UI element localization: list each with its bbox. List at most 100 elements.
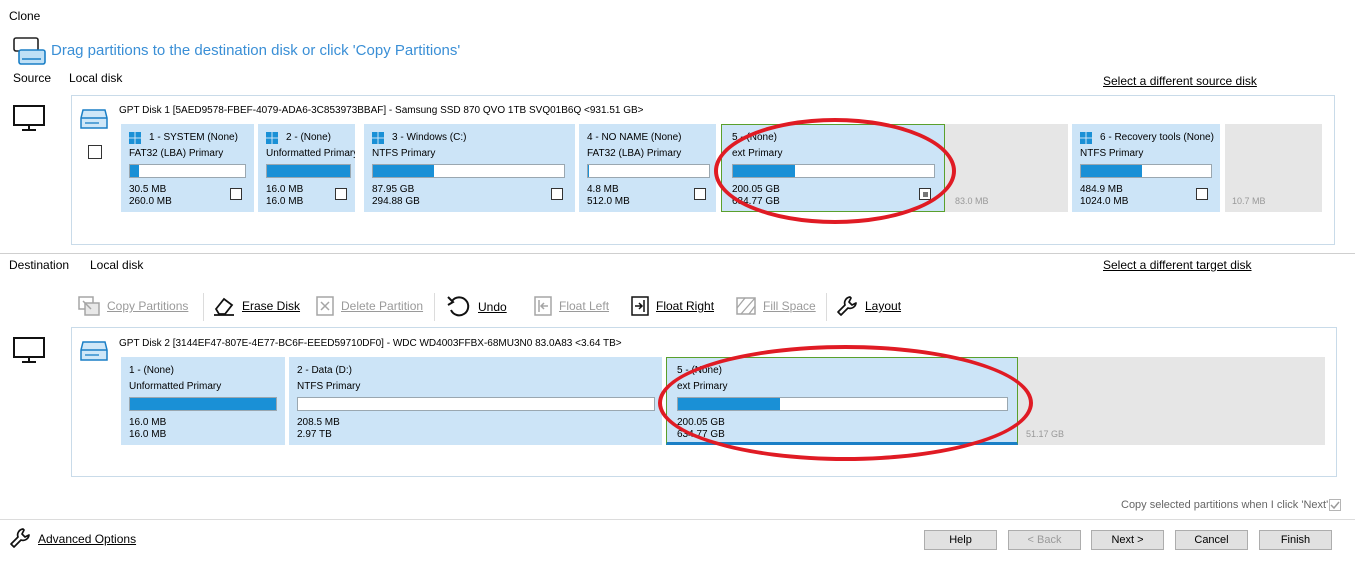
destination-disk-title: GPT Disk 2 [3144EF47-807E-4E77-BC6F-EEED… [119,338,622,349]
erase-disk-button[interactable]: Erase Disk [212,295,300,317]
toolbar-separator [203,293,204,321]
destination-label: Destination [9,258,70,272]
partition-total: 512.0 MB [587,196,630,207]
copy-partitions-icon [78,296,100,316]
unallocated-size: 51.17 GB [1026,429,1065,439]
copy-selected-label: Copy selected partitions when I click 'N… [1121,499,1329,511]
select-target-disk-link[interactable]: Select a different target disk [1103,258,1252,272]
highlight-oval [658,345,1033,461]
partition-type: FAT32 (LBA) Primary [587,148,682,159]
partition-used: 16.0 MB [129,417,167,428]
finish-button[interactable]: Finish [1259,530,1332,550]
partition-total: 294.88 GB [372,196,420,207]
partition-total: 16.0 MB [129,429,167,440]
source-unallocated-1[interactable]: 83.0 MB [945,124,1068,212]
advanced-options-wrench-icon [8,526,32,555]
windows-icon [1080,131,1092,149]
back-button[interactable]: < Back [1008,530,1081,550]
float-left-icon [534,296,552,316]
partition-name: 3 - Windows (C:) [392,132,467,143]
source-disk-checkbox[interactable] [88,145,102,159]
unallocated-size: 10.7 MB [1232,196,1266,206]
usage-bar [372,164,565,178]
usage-bar [129,164,246,178]
hard-drive-icon [79,338,109,369]
partition-type: Unformatted Primary [129,381,222,392]
partition-used: 4.8 MB [587,184,619,195]
advanced-options-link[interactable]: Advanced Options [38,532,136,546]
partition-name: 1 - (None) [129,365,175,376]
partition-type: NTFS Primary [372,148,436,159]
source-partition-6[interactable]: 6 - Recovery tools (None) NTFS Primary 4… [1072,124,1220,212]
partition-type: Unformatted Primary [266,148,355,159]
source-partition-4[interactable]: 4 - NO NAME (None) FAT32 (LBA) Primary 4… [579,124,716,212]
partition-used: 87.95 GB [372,184,415,195]
windows-icon [266,131,278,149]
help-button[interactable]: Help [924,530,997,550]
usage-bar [587,164,710,178]
delete-icon [316,296,334,316]
usage-bar [129,397,277,411]
source-partition-1[interactable]: 1 - SYSTEM (None) FAT32 (LBA) Primary 30… [121,124,254,212]
instruction-text: Drag partitions to the destination disk … [51,42,461,59]
source-disk-title: GPT Disk 1 [5AED9578-FBEF-4079-ADA6-3C85… [119,105,644,116]
partition-total: 260.0 MB [129,196,172,207]
partition-name: 2 - Data (D:) [297,365,353,376]
partition-used: 16.0 MB [266,184,304,195]
destination-partition-1[interactable]: 1 - (None) Unformatted Primary 16.0 MB 1… [121,357,285,445]
eraser-icon [214,297,234,316]
monitor-icon [12,104,46,137]
windows-icon [129,131,141,149]
source-label: Source [13,71,52,85]
unallocated-size: 83.0 MB [955,196,989,206]
source-unallocated-2[interactable]: 10.7 MB [1225,124,1322,212]
toolbar-separator [826,293,827,321]
destination-partition-2[interactable]: 2 - Data (D:) NTFS Primary 208.5 MB 2.97… [289,357,662,445]
partition-checkbox[interactable] [694,188,706,200]
section-divider [0,253,1355,254]
partition-total: 16.0 MB [266,196,304,207]
partition-checkbox[interactable] [230,188,242,200]
source-partition-3[interactable]: 3 - Windows (C:) NTFS Primary 87.95 GB 2… [364,124,575,212]
copy-selected-checkbox[interactable] [1329,499,1341,511]
partition-name: 4 - NO NAME (None) [587,132,682,143]
usage-bar [1080,164,1212,178]
partition-used: 30.5 MB [129,184,167,195]
next-button[interactable]: Next > [1091,530,1164,550]
partition-used: 208.5 MB [297,417,340,428]
partition-name: 2 - (None) [286,132,332,143]
partition-checkbox[interactable] [335,188,347,200]
partition-total: 2.97 TB [297,429,332,440]
float-right-button[interactable]: Float Right [630,295,714,317]
partition-total: 1024.0 MB [1080,196,1129,207]
partition-name: 6 - Recovery tools (None) [1100,132,1214,143]
partition-checkbox[interactable] [1196,188,1208,200]
layout-button[interactable]: Layout [835,294,901,318]
destination-disk-type: Local disk [90,258,144,272]
fill-space-button[interactable]: Fill Space [735,295,816,317]
float-left-button[interactable]: Float Left [533,295,609,317]
partition-type: FAT32 (LBA) Primary [129,148,224,159]
hard-drive-icon [79,106,109,137]
partition-type: NTFS Primary [297,381,361,392]
undo-button[interactable]: Undo [446,294,507,320]
float-right-icon [631,296,649,316]
destination-unallocated-1[interactable]: 51.17 GB [1018,357,1325,445]
partition-checkbox[interactable] [551,188,563,200]
partition-type: NTFS Primary [1080,148,1144,159]
windows-icon [372,131,384,149]
highlight-oval [714,118,956,224]
partition-used: 484.9 MB [1080,184,1123,195]
usage-bar [297,397,655,411]
fill-space-icon [736,297,756,315]
wrench-icon [837,296,857,316]
copy-partitions-button[interactable]: Copy Partitions [77,295,188,317]
cancel-button[interactable]: Cancel [1175,530,1248,550]
source-partition-2[interactable]: 2 - (None) Unformatted Primary 16.0 MB 1… [258,124,355,212]
partition-name: 1 - SYSTEM (None) [149,132,238,143]
toolbar-separator [434,293,435,321]
select-source-disk-link[interactable]: Select a different source disk [1103,74,1257,88]
delete-partition-button[interactable]: Delete Partition [315,295,423,317]
window-title: Clone [9,9,41,23]
footer-divider [0,519,1355,520]
